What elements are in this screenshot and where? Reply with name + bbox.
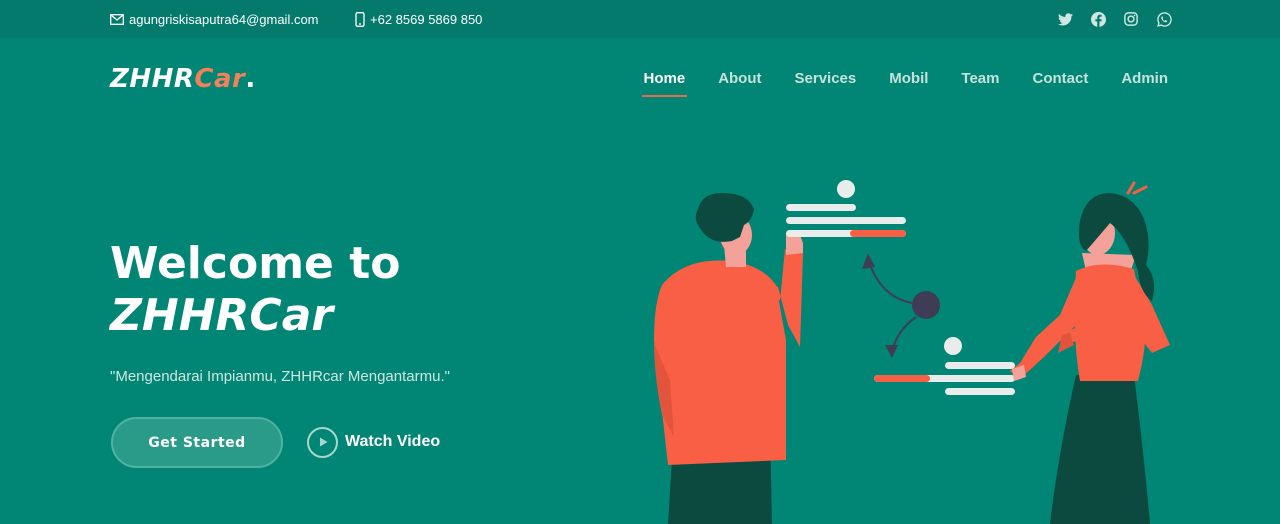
nav-mobil[interactable]: Mobil <box>889 70 928 95</box>
nav-about[interactable]: About <box>718 70 761 95</box>
social-links <box>1055 0 1174 38</box>
hero-title: Welcome to ZHHRCar <box>110 238 400 342</box>
logo-accent-text: Car <box>194 64 246 94</box>
connector-diagram <box>862 253 940 358</box>
nav-home[interactable]: Home <box>641 70 687 97</box>
twitter-icon[interactable] <box>1055 9 1075 29</box>
nav-admin[interactable]: Admin <box>1121 70 1168 95</box>
get-started-button[interactable]: Get Started <box>111 417 283 468</box>
hero-title-line1: Welcome to <box>110 238 401 289</box>
hero-title-line2: ZHHRCar <box>110 290 334 341</box>
hero-tagline: "Mengendarai Impianmu, ZHHRcar Mengantar… <box>110 368 450 385</box>
hero-illustration <box>654 180 1170 524</box>
main-nav: Home About Services Mobil Team Contact A… <box>641 70 1168 97</box>
facebook-icon[interactable] <box>1088 9 1108 29</box>
contact-phone[interactable]: +62 8569 5869 850 <box>355 0 482 38</box>
watch-video-label: Watch Video <box>345 433 441 450</box>
contact-email-text: agungriskisaputra64@gmail.com <box>129 11 319 27</box>
logo-main-text: ZHHR <box>110 64 195 94</box>
nav-team[interactable]: Team <box>961 70 999 95</box>
play-icon <box>307 426 338 458</box>
logo-dot: . <box>245 64 256 94</box>
watch-video-button[interactable]: Watch Video <box>307 426 440 458</box>
woman-figure <box>1010 181 1170 524</box>
phone-icon <box>355 11 365 27</box>
nav-contact[interactable]: Contact <box>1032 70 1088 95</box>
envelope-icon <box>110 13 124 25</box>
nav-services[interactable]: Services <box>795 70 857 95</box>
man-figure <box>654 193 803 524</box>
whatsapp-icon[interactable] <box>1154 9 1174 29</box>
data-card-top <box>786 180 906 237</box>
contact-phone-text: +62 8569 5869 850 <box>370 11 483 27</box>
instagram-icon[interactable] <box>1121 9 1141 29</box>
contact-email[interactable]: agungriskisaputra64@gmail.com <box>110 0 319 38</box>
brand-logo[interactable]: ZHHRCar. <box>110 64 256 94</box>
